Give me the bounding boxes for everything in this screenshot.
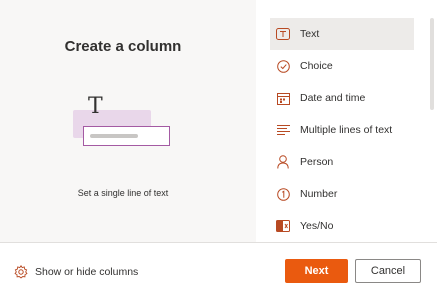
column-type-multiline[interactable]: Multiple lines of text — [270, 114, 414, 146]
choice-check-icon — [276, 59, 290, 73]
column-type-person[interactable]: Person — [270, 146, 414, 178]
text-box-icon — [276, 27, 290, 41]
create-column-panel: Create a column T Set a single line of t… — [0, 0, 437, 304]
preview-pane: Create a column T Set a single line of t… — [0, 0, 256, 242]
column-type-label: Person — [300, 156, 334, 168]
list-scrollbar[interactable] — [430, 18, 434, 110]
show-hide-columns-link[interactable]: Show or hide columns — [14, 264, 139, 279]
illustration-placeholder-line — [90, 134, 138, 138]
gear-icon — [14, 264, 28, 279]
toggle-icon — [276, 219, 290, 233]
calendar-icon — [276, 91, 290, 105]
illustration-t-glyph: T — [88, 94, 103, 119]
column-type-label: Date and time — [300, 92, 366, 104]
footer-divider — [0, 242, 437, 243]
cancel-button[interactable]: Cancel — [355, 259, 421, 283]
column-type-label: Choice — [300, 60, 333, 72]
column-type-yes-no[interactable]: Yes/No — [270, 210, 414, 242]
column-type-choice[interactable]: Choice — [270, 50, 414, 82]
column-type-list: Text Choice Date and time Multiple lines… — [266, 12, 426, 242]
column-type-label: Multiple lines of text — [300, 124, 393, 136]
show-hide-columns-label: Show or hide columns — [35, 266, 139, 278]
preview-caption: Set a single line of text — [77, 188, 169, 198]
column-type-text[interactable]: Text — [270, 18, 414, 50]
next-button[interactable]: Next — [285, 259, 348, 283]
illustration-text-field — [83, 126, 170, 146]
column-type-number[interactable]: Number — [270, 178, 414, 210]
column-type-label: Yes/No — [300, 220, 334, 232]
column-type-label: Text — [300, 28, 320, 40]
multiline-text-icon — [276, 123, 290, 137]
person-icon — [276, 155, 290, 169]
text-field-illustration: T — [72, 94, 182, 154]
column-type-date-time[interactable]: Date and time — [270, 82, 414, 114]
panel-title: Create a column — [64, 38, 182, 55]
number-icon — [276, 187, 290, 201]
column-type-label: Number — [300, 188, 338, 200]
